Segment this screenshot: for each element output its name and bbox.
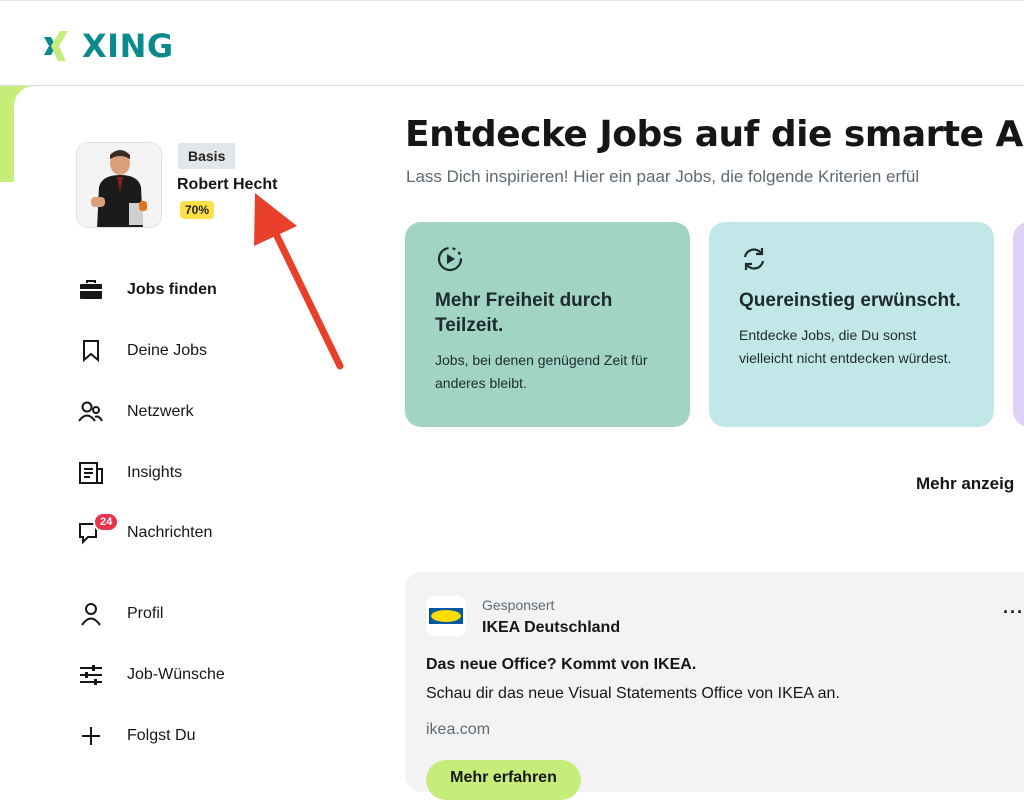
people-icon <box>78 399 104 425</box>
category-card-partial[interactable] <box>1013 222 1024 427</box>
ad-headline: Das neue Office? Kommt von IKEA. <box>426 656 697 673</box>
more-options-icon[interactable]: ··· <box>1003 602 1024 623</box>
ad-text: Schau dir das neue Visual Statements Off… <box>426 685 840 702</box>
sidebar-item-label: Insights <box>127 464 183 481</box>
notification-badge: 24 <box>93 512 120 532</box>
refresh-icon <box>739 244 769 274</box>
sidebar-item-netzwerk[interactable]: Netzwerk <box>78 398 194 426</box>
sidebar-item-deine-jobs[interactable]: Deine Jobs <box>78 337 207 365</box>
clock-play-icon <box>435 244 465 274</box>
page-title: Entdecke Jobs auf die smarte Art <box>405 114 1024 155</box>
membership-badge: Basis <box>178 143 236 169</box>
sidebar-item-label: Profil <box>127 605 164 622</box>
card-description: Jobs, bei denen genügend Zeit für andere… <box>435 352 648 391</box>
plus-icon <box>78 723 104 749</box>
avatar[interactable] <box>76 142 162 228</box>
category-card-teilzeit[interactable]: Mehr Freiheit durch Teilzeit. Jobs, bei … <box>405 222 690 427</box>
chat-icon: 24 <box>78 512 120 546</box>
sidebar-item-label: Jobs finden <box>127 281 217 298</box>
avatar-photo <box>77 143 161 227</box>
xing-logo[interactable]: XING <box>42 27 174 65</box>
briefcase-icon <box>78 277 104 303</box>
sidebar-item-label: Job-Wünsche <box>127 666 225 683</box>
sidebar-item-label: Folgst Du <box>127 727 196 744</box>
ikea-logo[interactable] <box>426 596 466 636</box>
top-bar: XING <box>0 0 1024 86</box>
sidebar-item-folgst-du[interactable]: Folgst Du <box>78 722 195 750</box>
sidebar-item-job-wuensche[interactable]: Job-Wünsche <box>78 661 225 689</box>
sidebar-item-profil[interactable]: Profil <box>78 600 163 628</box>
brand-name: XING <box>82 27 174 65</box>
profile-name[interactable]: Robert Hecht <box>177 176 277 194</box>
ikea-logo-mark <box>429 608 463 624</box>
sidebar-item-jobs-finden[interactable]: Jobs finden <box>78 276 217 304</box>
sponsored-label: Gesponsert <box>482 597 555 613</box>
sidebar-item-label: Netzwerk <box>127 403 194 420</box>
card-description: Entdecke Jobs, die Du sonst vielleicht n… <box>739 327 952 366</box>
xing-logo-icon <box>44 31 68 61</box>
sliders-icon <box>78 662 104 688</box>
sidebar-item-label: Deine Jobs <box>127 342 208 359</box>
person-icon <box>78 601 104 627</box>
show-more-link[interactable]: Mehr anzeig <box>916 474 1014 494</box>
page-subtitle: Lass Dich inspirieren! Hier ein paar Job… <box>406 167 920 186</box>
card-title: Quereinstieg erwünscht. <box>739 290 961 311</box>
ad-company-name[interactable]: IKEA Deutschland <box>482 619 620 637</box>
category-card-quereinstieg[interactable]: Quereinstieg erwünscht. Entdecke Jobs, d… <box>709 222 994 427</box>
ad-url[interactable]: ikea.com <box>426 721 490 739</box>
sidebar-item-nachrichten[interactable]: 24 Nachrichten <box>78 512 213 547</box>
newspaper-icon <box>78 460 104 486</box>
sidebar-item-insights[interactable]: Insights <box>78 459 182 487</box>
learn-more-button[interactable]: Mehr erfahren <box>426 760 581 800</box>
sidebar-item-label: Nachrichten <box>127 524 213 541</box>
bookmark-icon <box>78 338 104 364</box>
profile-completion-badge[interactable]: 70% <box>180 201 215 219</box>
card-title: Mehr Freiheit durch Teilzeit. <box>435 290 613 336</box>
